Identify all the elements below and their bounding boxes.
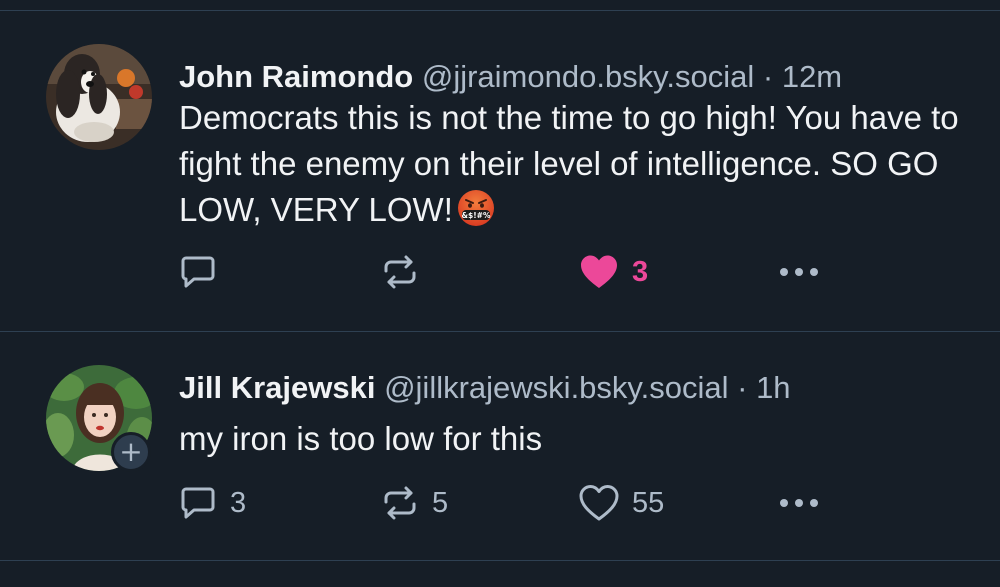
svg-text:&$!#%: &$!#% — [461, 211, 490, 220]
heart-icon — [579, 485, 619, 521]
face-with-symbols-on-mouth-icon: &$!#% — [457, 190, 494, 226]
separator-dot: · — [762, 59, 774, 94]
author-name[interactable]: Jill Krajewski — [179, 370, 375, 405]
repost-button[interactable]: 5 — [380, 481, 448, 525]
post-header: Jill Krajewski @jillkrajewski.bsky.socia… — [179, 370, 791, 406]
reply-icon — [181, 487, 215, 519]
author-name[interactable]: John Raimondo — [179, 59, 413, 94]
reply-button[interactable] — [178, 250, 230, 294]
reply-button[interactable]: 3 — [178, 481, 246, 525]
more-icon — [780, 250, 818, 294]
post-card[interactable]: John Raimondo @jjraimondo.bsky.social · … — [0, 10, 1000, 331]
timestamp[interactable]: 12m — [782, 59, 842, 94]
post-actions: 3 5 55 — [178, 481, 838, 525]
post-actions: 3 — [178, 250, 838, 294]
like-count: 55 — [632, 486, 665, 519]
heart-icon — [581, 255, 617, 288]
post-text: Democrats this is not the time to go hig… — [179, 95, 979, 233]
avatar[interactable] — [46, 44, 152, 150]
author-handle[interactable]: @jjraimondo.bsky.social — [422, 59, 754, 94]
more-options-button[interactable] — [780, 481, 818, 525]
repost-button[interactable] — [380, 250, 432, 294]
repost-count: 5 — [432, 486, 449, 519]
post-text-content: Democrats this is not the time to go hig… — [179, 99, 959, 228]
repost-icon — [384, 486, 416, 520]
more-options-button[interactable] — [780, 250, 818, 294]
author-handle[interactable]: @jillkrajewski.bsky.social — [384, 370, 728, 405]
reply-icon — [181, 256, 215, 288]
reply-count: 3 — [230, 486, 247, 519]
post-card[interactable]: + Jill Krajewski @jillkrajewski.bsky.soc… — [0, 332, 1000, 560]
timestamp[interactable]: 1h — [756, 370, 790, 405]
post-feed: John Raimondo @jjraimondo.bsky.social · … — [0, 0, 1000, 587]
like-count: 3 — [632, 255, 649, 288]
plus-icon: + — [119, 435, 143, 468]
separator-dot: · — [737, 370, 748, 405]
bottom-divider — [0, 560, 1000, 561]
post-text: my iron is too low for this — [179, 416, 979, 462]
like-button[interactable]: 55 — [578, 481, 664, 525]
follow-button[interactable]: + — [111, 432, 151, 472]
like-button[interactable]: 3 — [578, 250, 648, 294]
more-icon — [780, 481, 818, 525]
repost-icon — [384, 255, 416, 289]
post-header: John Raimondo @jjraimondo.bsky.social · … — [179, 59, 842, 95]
post-text-content: my iron is too low for this — [179, 420, 543, 457]
